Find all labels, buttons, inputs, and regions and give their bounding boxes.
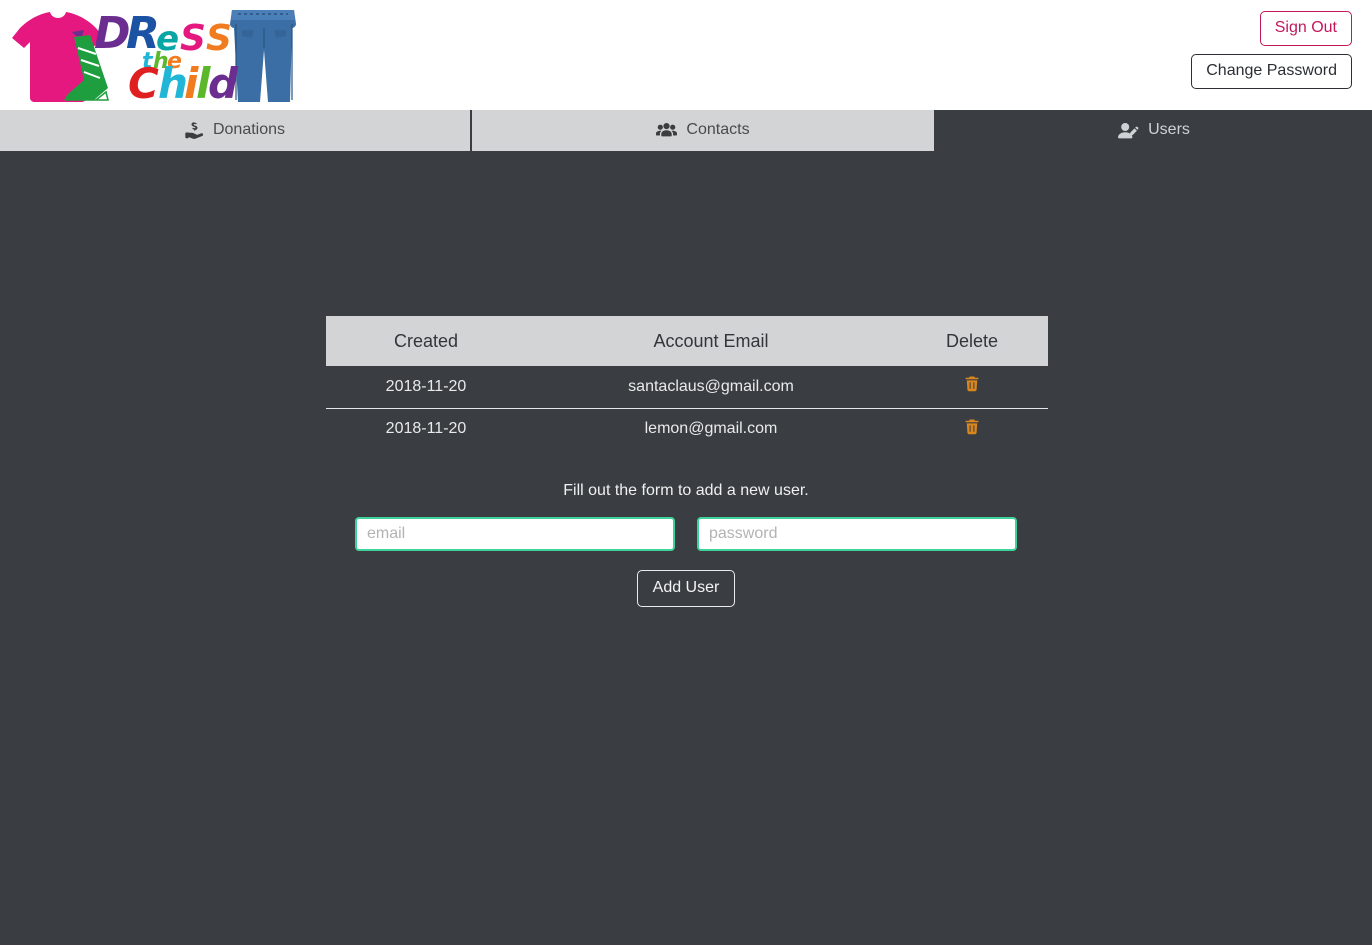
delete-user-button[interactable] <box>965 419 979 435</box>
add-user-fields-row <box>0 517 1372 551</box>
users-group-icon <box>656 123 678 138</box>
tab-contacts[interactable]: Contacts <box>472 110 934 151</box>
table-row: 2018-11-20 santaclaus@gmail.com <box>326 366 1048 409</box>
cell-created: 2018-11-20 <box>326 366 526 409</box>
logo-word-child: C h i l d <box>128 59 239 106</box>
users-table-body: 2018-11-20 santaclaus@gmail.com 2018-11- <box>326 366 1048 450</box>
password-input[interactable] <box>697 517 1017 551</box>
cell-created: 2018-11-20 <box>385 420 467 438</box>
page-header: D R e S S t h e C h i l d Sign Out Chang… <box>0 0 1372 110</box>
cell-delete <box>896 366 1048 409</box>
svg-text:C: C <box>128 59 159 106</box>
sign-out-button[interactable]: Sign Out <box>1259 11 1352 46</box>
email-input[interactable] <box>355 517 675 551</box>
cell-account-email: santaclaus@gmail.com <box>526 366 896 409</box>
tab-users[interactable]: Users <box>936 110 1372 151</box>
users-table-head: Created Account Email Delete <box>326 316 1048 366</box>
dress-the-child-logo: D R e S S t h e C h i l d <box>10 2 300 106</box>
main-content: Created Account Email Delete 2018-11-20 … <box>0 153 1372 945</box>
jeans-graphic <box>230 10 296 102</box>
column-header-account-email: Account Email <box>526 316 896 366</box>
delete-user-button[interactable] <box>965 376 979 392</box>
header-actions: Sign Out Change Password <box>1191 11 1352 89</box>
cell-delete <box>896 408 1048 450</box>
trash-icon <box>965 376 979 392</box>
column-header-delete: Delete <box>896 316 1048 366</box>
column-header-created: Created <box>326 316 526 366</box>
change-password-button[interactable]: Change Password <box>1191 54 1352 89</box>
add-user-button[interactable]: Add User <box>636 570 736 607</box>
main-navigation-tabs: Donations Contacts Users <box>0 110 1372 153</box>
trash-icon <box>965 419 979 435</box>
user-edit-icon <box>1118 122 1139 139</box>
add-user-form: Fill out the form to add a new user. Add… <box>0 483 1372 607</box>
svg-text:S: S <box>206 18 232 59</box>
cell-account-email: lemon@gmail.com <box>644 420 778 438</box>
tab-users-label: Users <box>1148 121 1190 138</box>
table-row: 2018-11-20 lemon@gmail.com <box>326 408 1048 450</box>
users-table-header-row: Created Account Email Delete <box>326 316 1048 366</box>
svg-text:d: d <box>208 59 239 106</box>
hand-holding-dollar-icon <box>185 122 204 139</box>
tab-donations[interactable]: Donations <box>0 110 470 151</box>
tab-donations-label: Donations <box>212 121 286 138</box>
users-table: Created Account Email Delete 2018-11-20 … <box>326 316 1048 450</box>
tab-contacts-label: Contacts <box>686 121 750 138</box>
svg-text:S: S <box>180 18 206 59</box>
add-user-hint: Fill out the form to add a new user. <box>563 482 809 499</box>
